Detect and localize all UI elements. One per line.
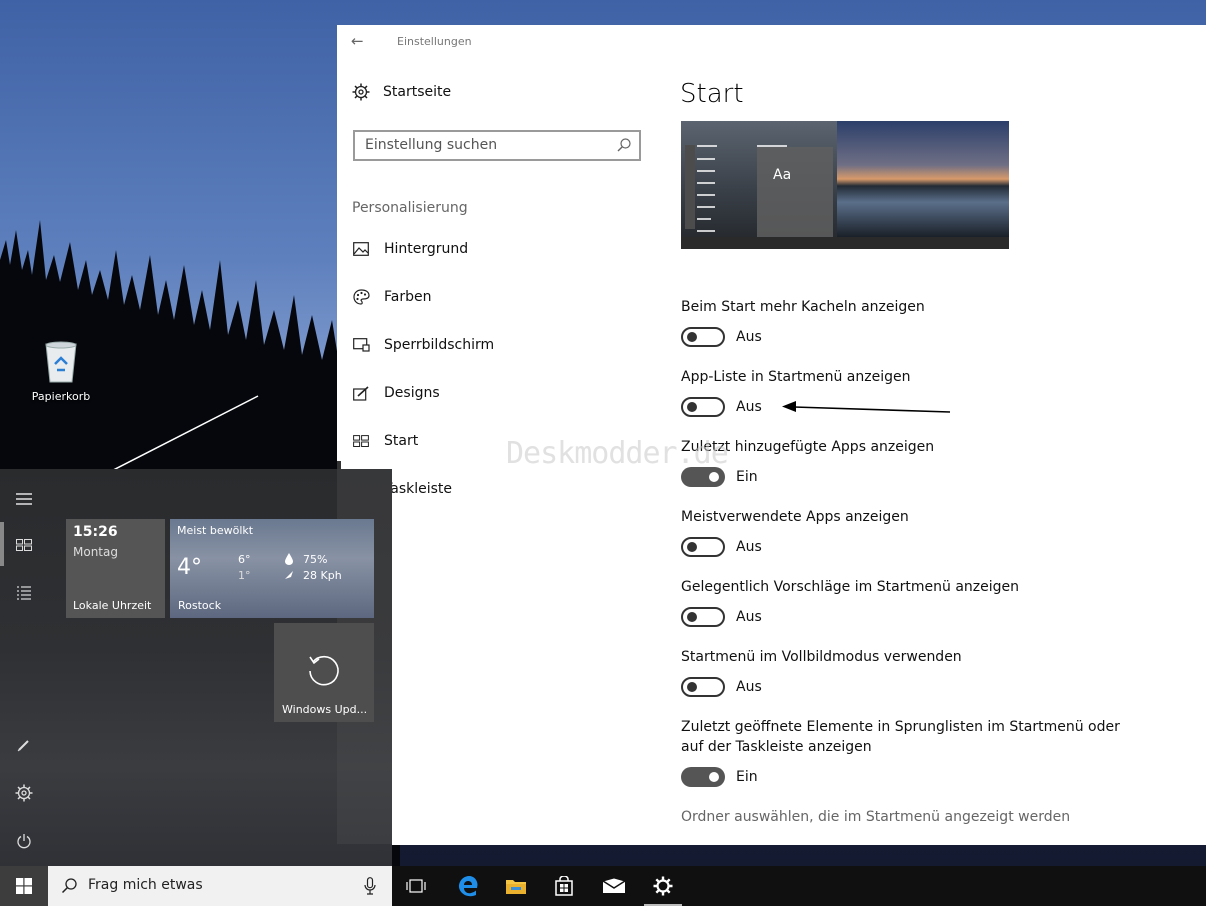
- toggle-app-list[interactable]: [681, 397, 725, 417]
- start-menu: 15:26 Montag Lokale Uhrzeit Meist bewölk…: [0, 469, 392, 866]
- tiles-view-icon[interactable]: [0, 521, 48, 569]
- microphone-icon[interactable]: [364, 877, 376, 895]
- option-label: Beim Start mehr Kacheln anzeigen: [681, 299, 925, 315]
- gear-icon: [352, 83, 370, 101]
- windows-update-label: Windows Upd...: [282, 703, 368, 716]
- lock-screen-icon: [352, 336, 370, 354]
- search-placeholder: Einstellung suchen: [365, 137, 498, 153]
- store-icon[interactable]: [540, 866, 588, 906]
- mail-icon[interactable]: [590, 866, 638, 906]
- option-label: Startmenü im Vollbildmodus verwenden: [681, 649, 962, 665]
- nav-item-hintergrund[interactable]: Hintergrund: [352, 237, 468, 261]
- settings-search-input[interactable]: Einstellung suchen: [353, 130, 641, 161]
- toggle-most-used[interactable]: [681, 537, 725, 557]
- title-bar: ← Einstellungen: [337, 25, 1206, 57]
- annotation-arrow-app-list: [782, 401, 951, 413]
- weather-city: Rostock: [178, 599, 222, 612]
- toggle-fullscreen[interactable]: [681, 677, 725, 697]
- nav-item-label: Hintergrund: [384, 241, 469, 257]
- toggle-state: Ein: [736, 769, 758, 785]
- page-title: Start: [680, 79, 744, 109]
- preview-aa: Aa: [773, 167, 792, 183]
- weather-condition: Meist bewölkt: [177, 524, 254, 537]
- hamburger-menu-icon[interactable]: [0, 475, 48, 523]
- toggle-more-tiles[interactable]: [681, 327, 725, 347]
- toggle-state: Aus: [736, 679, 762, 695]
- toggle-suggestions[interactable]: [681, 607, 725, 627]
- weather-temp: 4°: [177, 555, 202, 580]
- designs-icon: [352, 384, 370, 402]
- toggle-state: Aus: [736, 539, 762, 555]
- refresh-icon: [309, 655, 339, 686]
- task-view-icon[interactable]: [392, 866, 440, 906]
- option-label: Zuletzt geöffnete Elemente in Sprunglist…: [681, 719, 1120, 755]
- choose-folders-link[interactable]: Ordner auswählen, die im Startmenü angez…: [681, 809, 1070, 825]
- clock-tile[interactable]: 15:26 Montag Lokale Uhrzeit: [66, 519, 165, 618]
- humidity-drop-icon: [285, 553, 293, 565]
- toggle-recent-apps[interactable]: [681, 467, 725, 487]
- nav-item-sperrbildschirm[interactable]: Sperrbildschirm: [352, 333, 494, 357]
- option-label: Zuletzt hinzugefügte Apps anzeigen: [681, 439, 935, 455]
- weather-humidity: 75%: [303, 553, 328, 566]
- taskbar-search-placeholder: Frag mich etwas: [88, 877, 203, 893]
- taskbar-search-box[interactable]: Frag mich etwas: [48, 866, 392, 906]
- weather-tile[interactable]: Meist bewölkt 4° 6° 1° 75% 28 Kph Rostoc…: [170, 519, 374, 618]
- settings-window: ← Einstellungen Startseite Einstellung s…: [337, 25, 1206, 845]
- taskbar: Frag mich etwas: [0, 866, 1206, 906]
- weather-wind: 28 Kph: [303, 569, 342, 582]
- toggle-state: Aus: [736, 329, 762, 345]
- weather-low: 1°: [238, 569, 251, 582]
- start-button[interactable]: [0, 866, 48, 906]
- nav-item-label: Taskleiste: [384, 481, 453, 497]
- start-icon: [352, 432, 370, 450]
- recycle-bin-icon: [42, 340, 80, 384]
- toggle-jump-lists[interactable]: [681, 767, 725, 787]
- clock-label: Lokale Uhrzeit: [73, 599, 152, 612]
- option-label: Meistverwendete Apps anzeigen: [681, 509, 909, 525]
- option-label: Gelegentlich Vorschläge im Startmenü anz…: [681, 579, 1020, 595]
- all-apps-list-icon[interactable]: [0, 569, 48, 617]
- windows-logo-icon: [16, 878, 32, 894]
- nav-item-farben[interactable]: Farben: [352, 285, 431, 309]
- start-rail: [0, 469, 48, 866]
- picture-icon: [352, 240, 370, 258]
- clock-time: 15:26: [73, 524, 118, 540]
- option-label: App-Liste in Startmenü anzeigen: [681, 369, 911, 385]
- start-preview-image: Aa: [681, 121, 1009, 249]
- edge-browser-icon[interactable]: [444, 866, 492, 906]
- wind-icon: [285, 571, 293, 579]
- palette-icon: [352, 288, 370, 306]
- nav-item-label: Designs: [384, 385, 440, 401]
- window-title: Einstellungen: [397, 34, 472, 48]
- pen-icon[interactable]: [0, 721, 48, 769]
- toggle-state: Ein: [736, 469, 758, 485]
- windows-update-tile[interactable]: Windows Upd...: [274, 623, 374, 722]
- search-icon: [617, 138, 631, 152]
- toggle-state: Aus: [736, 399, 762, 415]
- nav-section-heading: Personalisierung: [352, 200, 468, 216]
- nav-item-label: Farben: [384, 289, 432, 305]
- clock-day: Montag: [73, 545, 118, 559]
- settings-gear-icon[interactable]: [0, 769, 48, 817]
- nav-home-label: Startseite: [383, 84, 452, 100]
- back-arrow-icon[interactable]: ←: [351, 32, 397, 50]
- settings-app-icon[interactable]: [639, 866, 687, 906]
- nav-item-designs[interactable]: Designs: [352, 381, 440, 405]
- search-icon: [61, 878, 77, 894]
- nav-home[interactable]: Startseite: [352, 83, 451, 101]
- toggle-state: Aus: [736, 609, 762, 625]
- nav-item-label: Start: [384, 433, 419, 449]
- weather-high: 6°: [238, 553, 251, 566]
- nav-item-label: Sperrbildschirm: [384, 337, 495, 353]
- file-explorer-icon[interactable]: [492, 866, 540, 906]
- power-icon[interactable]: [0, 817, 48, 865]
- nav-item-start[interactable]: Start: [352, 429, 418, 453]
